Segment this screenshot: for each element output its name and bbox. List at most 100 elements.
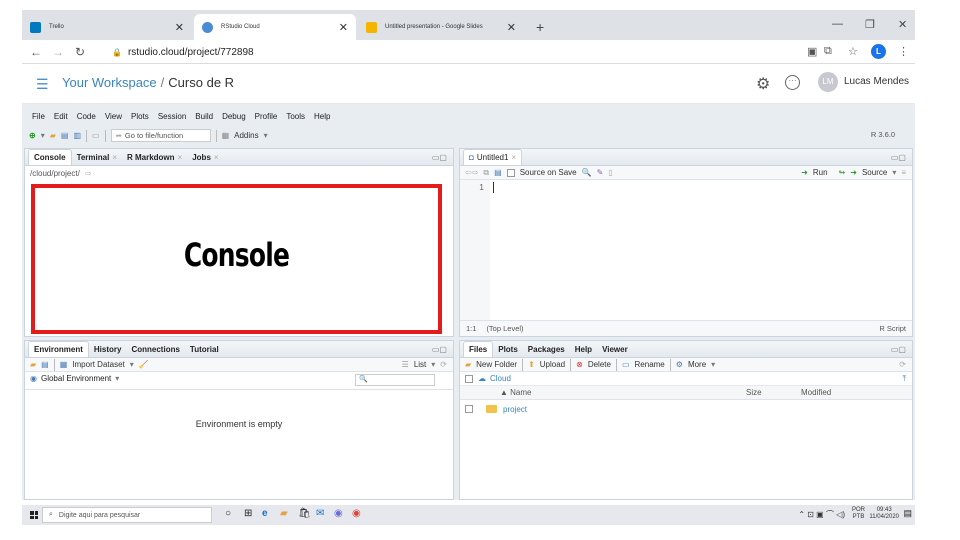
save-icon[interactable]: ▤ [61,131,69,140]
notification-icon[interactable]: ▤ [903,508,912,519]
addins-menu[interactable]: Addins [234,131,258,140]
grid-icon[interactable]: ▦ [222,131,230,140]
minimize-maximize-icon[interactable]: ▭▢ [432,153,447,162]
tab-packages[interactable]: Packages [523,342,570,357]
language-indicator[interactable]: POR PTB [852,507,865,521]
save-all-icon[interactable]: ▥ [73,131,81,140]
file-explorer-icon[interactable]: ▰ [280,508,288,519]
minimize-maximize-icon[interactable]: ▭▢ [432,345,447,354]
column-name[interactable]: ▲ Name [500,388,531,397]
breadcrumb-project[interactable]: Curso de R [168,75,234,90]
column-size[interactable]: Size [746,388,762,397]
close-window-button[interactable]: ✕ [898,18,907,31]
translate-icon[interactable]: ⧉ [824,45,832,58]
tab-plots[interactable]: Plots [493,342,523,357]
system-tray-icons[interactable]: ⌃ ⊡ ▣ ⌒ ◁) [798,509,845,520]
save-workspace-icon[interactable]: ▤ [41,360,49,369]
more-button[interactable]: More [688,360,706,369]
compile-icon[interactable]: ▯ [608,168,612,177]
tab-environment[interactable]: Environment [28,341,89,357]
taskbar-search-input[interactable]: ⌕ Digite aqui para pesquisar [42,507,212,523]
import-dataset-button[interactable]: Import Dataset [72,360,124,369]
hamburger-menu-icon[interactable]: ☰ [36,76,49,93]
rerun-icon[interactable]: ↬ [839,168,846,177]
minimize-maximize-icon[interactable]: ▭▢ [891,345,906,354]
forward-icon[interactable]: → [52,45,64,59]
menu-plots[interactable]: Plots [131,112,149,121]
tab-console[interactable]: Console [28,149,72,165]
edge-icon[interactable]: e [262,508,268,519]
tab-terminal[interactable]: Terminal × [72,150,122,165]
file-link-project[interactable]: project [503,405,527,414]
tab-files[interactable]: Files [463,341,494,357]
menu-session[interactable]: Session [158,112,186,121]
minimize-maximize-icon[interactable]: ▭▢ [891,153,906,162]
code-editor[interactable] [490,180,912,320]
cortana-icon[interactable]: ○ [225,508,231,519]
bookmark-star-icon[interactable]: ☆ [848,45,858,58]
tab-connections[interactable]: Connections [126,342,184,357]
close-tab-icon[interactable]: ✕ [507,21,516,34]
source-button[interactable]: Source [862,168,887,177]
go-to-file-input[interactable]: ➦ Go to file/function [110,129,211,142]
menu-profile[interactable]: Profile [255,112,278,121]
load-workspace-icon[interactable]: ▰ [30,360,36,369]
chrome-icon[interactable]: ◉ [352,508,361,519]
r-version-selector[interactable]: R 3.6.0 [871,130,895,139]
menu-edit[interactable]: Edit [54,112,68,121]
close-icon[interactable]: × [178,153,183,162]
scope-selector[interactable]: (Top Level) [486,324,523,333]
menu-build[interactable]: Build [195,112,213,121]
close-tab-icon[interactable]: ✕ [339,21,348,34]
url-field[interactable]: 🔒 rstudio.cloud/project/772898 [112,43,812,61]
refresh-icon[interactable]: ⟳ [440,360,447,369]
back-arrow-icon[interactable]: ⇦⇨ [465,168,478,177]
column-modified[interactable]: Modified [801,388,831,397]
browser-tab-slides[interactable]: Untitled presentation - Google Slides ✕ [358,14,524,40]
taskbar-clock[interactable]: 09:43 11/04/2020 [869,507,899,521]
new-tab-button[interactable]: + [536,19,544,35]
rename-button[interactable]: Rename [635,360,665,369]
menu-view[interactable]: View [105,112,122,121]
scope-dropdown[interactable]: ◉ Global Environment ▾ [30,374,119,383]
outline-icon[interactable]: ≡ [901,168,906,177]
broom-icon[interactable]: 🧹 [139,360,149,369]
chevron-down-icon[interactable]: ▾ [892,168,896,177]
upload-button[interactable]: Upload [540,360,565,369]
show-in-window-icon[interactable]: ⧉ [483,168,489,178]
breadcrumb-workspace[interactable]: Your Workspace [62,75,157,90]
magic-wand-icon[interactable]: ✎ [597,168,604,177]
gear-icon[interactable]: ⚙ [756,74,770,94]
menu-tools[interactable]: Tools [286,112,305,121]
browser-tab-rstudio[interactable]: RStudio Cloud ✕ [194,14,356,40]
restore-button[interactable]: ❐ [865,18,875,31]
close-icon[interactable]: × [511,153,516,162]
row-checkbox[interactable] [465,405,473,413]
menu-help[interactable]: Help [314,112,330,121]
source-on-save-checkbox[interactable] [506,168,515,177]
go-to-directory-icon[interactable]: ⇨ [85,169,92,178]
mail-icon[interactable]: ✉ [316,508,324,519]
close-tab-icon[interactable]: ✕ [175,21,184,34]
reload-icon[interactable]: ↻ [74,45,86,59]
environment-search-input[interactable]: 🔍 [355,374,435,386]
new-file-icon[interactable]: ⊕ [29,131,36,140]
close-icon[interactable]: × [112,153,117,162]
task-view-icon[interactable]: ⊞ [244,508,252,519]
print-icon[interactable]: ▭ [92,131,100,140]
tab-help[interactable]: Help [570,342,597,357]
chrome-menu-icon[interactable]: ⋮ [898,45,909,58]
tab-viewer[interactable]: Viewer [597,342,633,357]
run-button[interactable]: Run [813,168,828,177]
store-icon[interactable]: 🛍 [298,508,311,519]
tab-tutorial[interactable]: Tutorial [185,342,224,357]
back-icon[interactable]: ← [30,45,42,59]
list-view-selector[interactable]: List [414,360,426,369]
go-to-wd-icon[interactable]: ⤒ [902,374,906,384]
user-name[interactable]: Lucas Mendes [844,76,909,87]
user-avatar[interactable]: LM [818,72,838,92]
more-options-icon[interactable]: ··· [785,75,800,90]
profile-avatar[interactable]: L [871,44,886,59]
close-icon[interactable]: × [214,153,219,162]
browser-tab-trello[interactable]: Trello ✕ [22,14,192,40]
